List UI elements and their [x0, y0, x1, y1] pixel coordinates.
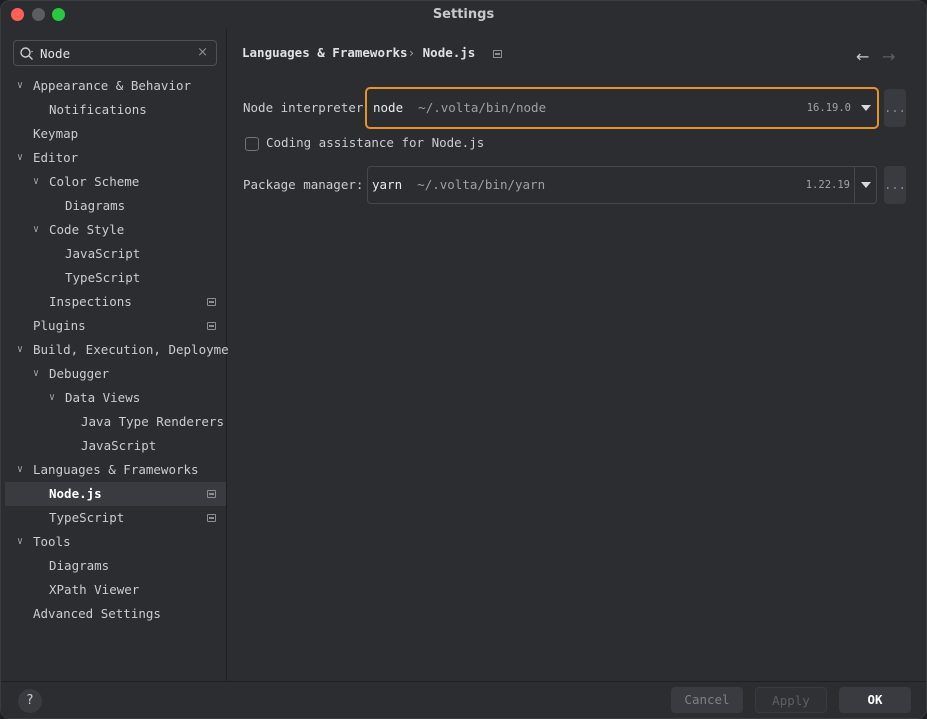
node-interpreter-version: 16.19.0 [806, 102, 851, 114]
chevron-down-icon[interactable]: ∨ [14, 74, 26, 98]
package-manager-value: yarn ~/.volta/bin/yarn [372, 167, 545, 203]
dialog-footer: ? Cancel Apply OK [1, 681, 926, 718]
sidebar-item-keymap[interactable]: Keymap [5, 122, 226, 146]
settings-search-box[interactable]: × [13, 40, 217, 66]
node-interpreter-path: ~/.volta/bin/node [418, 100, 547, 115]
window-title: Settings [432, 7, 495, 22]
sidebar-item-label: Keymap [33, 126, 79, 141]
chevron-down-icon[interactable]: ∨ [14, 530, 26, 554]
node-interpreter-value: node ~/.volta/bin/node [373, 89, 546, 127]
project-level-icon [492, 49, 502, 58]
help-button[interactable]: ? [18, 689, 42, 713]
back-arrow-icon[interactable]: ← [856, 47, 869, 66]
sidebar-item-debugger[interactable]: ∨ Debugger [5, 362, 226, 386]
package-manager-version: 1.22.19 [805, 179, 850, 191]
chevron-down-icon[interactable]: ∨ [14, 458, 26, 482]
sidebar-item-label: Diagrams [49, 558, 110, 573]
breadcrumb-parent[interactable]: Languages & Frameworks [242, 45, 408, 60]
sidebar-item-build-execution-deployment[interactable]: ∨ Build, Execution, Deployment [5, 338, 244, 362]
forward-arrow-icon[interactable]: → [882, 47, 895, 66]
sidebar-item-color-scheme[interactable]: ∨ Color Scheme [5, 170, 226, 194]
sidebar-item-node-js[interactable]: Node.js [5, 482, 226, 506]
project-level-icon [207, 322, 216, 330]
breadcrumb-current: Node.js [422, 45, 476, 60]
sidebar-item-label: Editor [33, 150, 79, 165]
coding-assistance-label[interactable]: Coding assistance for Node.js [266, 135, 484, 150]
search-input[interactable] [40, 44, 190, 62]
chevron-down-icon[interactable]: ∨ [30, 218, 42, 242]
sidebar-item-label: TypeScript [65, 270, 141, 285]
sidebar-item-diagrams[interactable]: Diagrams [5, 554, 226, 578]
sidebar-item-plugins[interactable]: Plugins [5, 314, 226, 338]
sidebar-item-label: XPath Viewer [49, 582, 140, 597]
sidebar-item-label: Appearance & Behavior [33, 78, 192, 93]
chevron-down-icon[interactable]: ∨ [46, 386, 58, 410]
package-manager-path: ~/.volta/bin/yarn [417, 177, 546, 192]
sidebar-item-typescript[interactable]: TypeScript [5, 266, 226, 290]
sidebar-item-typescript[interactable]: TypeScript [5, 506, 226, 530]
node-interpreter-combo[interactable]: node ~/.volta/bin/node 16.19.0 [365, 87, 879, 129]
sidebar-item-label: Node.js [49, 486, 102, 501]
sidebar-item-label: Advanced Settings [33, 606, 161, 621]
settings-window: Settings × ∨ Appearance & Behavior Notific… [0, 0, 927, 719]
sidebar-item-java-type-renderers[interactable]: Java Type Renderers [5, 410, 226, 434]
sidebar-item-data-views[interactable]: ∨ Data Views [5, 386, 226, 410]
browse-node-interpreter-button[interactable]: ... [884, 89, 906, 127]
node-interpreter-label: Node interpreter: [243, 100, 371, 115]
sidebar-item-label: Tools [33, 534, 71, 549]
sidebar-item-diagrams[interactable]: Diagrams [5, 194, 226, 218]
chevron-down-icon[interactable]: ∨ [30, 362, 42, 386]
sidebar-item-label: Build, Execution, Deployment [33, 342, 244, 357]
sidebar-item-label: Debugger [49, 366, 110, 381]
sidebar-item-xpath-viewer[interactable]: XPath Viewer [5, 578, 226, 602]
sidebar-item-code-style[interactable]: ∨ Code Style [5, 218, 226, 242]
sidebar-item-label: TypeScript [49, 510, 125, 525]
chevron-down-icon[interactable]: ∨ [14, 146, 26, 170]
sidebar-item-label: Notifications [49, 102, 147, 117]
node-interpreter-name: node [373, 100, 404, 115]
breadcrumb: Languages & Frameworks› Node.js [242, 45, 502, 60]
package-manager-combo[interactable]: yarn ~/.volta/bin/yarn 1.22.19 [367, 166, 877, 204]
sidebar-item-label: Java Type Renderers [81, 414, 224, 429]
clear-search-icon[interactable]: × [197, 45, 208, 60]
ok-button[interactable]: OK [839, 687, 911, 713]
settings-tree: ∨ Appearance & Behavior Notifications Keyma… [5, 74, 244, 626]
sidebar-item-label: Plugins [33, 318, 86, 333]
sidebar-item-javascript[interactable]: JavaScript [5, 242, 226, 266]
project-level-icon [207, 514, 216, 522]
project-level-icon [207, 490, 216, 498]
chevron-down-icon[interactable]: ∨ [14, 338, 26, 362]
coding-assistance-checkbox[interactable] [245, 137, 259, 151]
title-bar: Settings [1, 1, 926, 29]
sidebar-item-label: Languages & Frameworks [33, 462, 199, 477]
dropdown-arrow-icon[interactable] [854, 167, 876, 203]
sidebar-item-label: Data Views [65, 390, 141, 405]
breadcrumb-separator: › [407, 45, 416, 60]
settings-sidebar: × ∨ Appearance & Behavior Notifications Key… [1, 29, 244, 681]
settings-content-panel: Languages & Frameworks› Node.js ← → Node… [228, 29, 926, 681]
sidebar-item-advanced-settings[interactable]: Advanced Settings [5, 602, 226, 626]
sidebar-item-label: Color Scheme [49, 174, 140, 189]
sidebar-item-javascript[interactable]: JavaScript [5, 434, 226, 458]
sidebar-item-inspections[interactable]: Inspections [5, 290, 226, 314]
package-manager-label: Package manager: [243, 177, 364, 192]
sidebar-item-label: Code Style [49, 222, 125, 237]
project-level-icon [207, 298, 216, 306]
chevron-down-icon[interactable]: ∨ [30, 170, 42, 194]
sidebar-item-label: Diagrams [65, 198, 126, 213]
sidebar-item-editor[interactable]: ∨ Editor [5, 146, 226, 170]
sidebar-item-appearance-behavior[interactable]: ∨ Appearance & Behavior [5, 74, 226, 98]
sidebar-item-label: Inspections [49, 294, 132, 309]
cancel-button[interactable]: Cancel [671, 687, 743, 713]
search-icon [20, 47, 33, 60]
sidebar-item-label: JavaScript [65, 246, 141, 261]
sidebar-item-notifications[interactable]: Notifications [5, 98, 226, 122]
sidebar-item-label: JavaScript [81, 438, 157, 453]
dropdown-arrow-icon[interactable] [855, 89, 877, 127]
sidebar-item-languages-frameworks[interactable]: ∨ Languages & Frameworks [5, 458, 226, 482]
sidebar-item-tools[interactable]: ∨ Tools [5, 530, 226, 554]
package-manager-name: yarn [372, 177, 403, 192]
browse-package-manager-button[interactable]: ... [884, 166, 906, 204]
apply-button[interactable]: Apply [755, 687, 827, 713]
